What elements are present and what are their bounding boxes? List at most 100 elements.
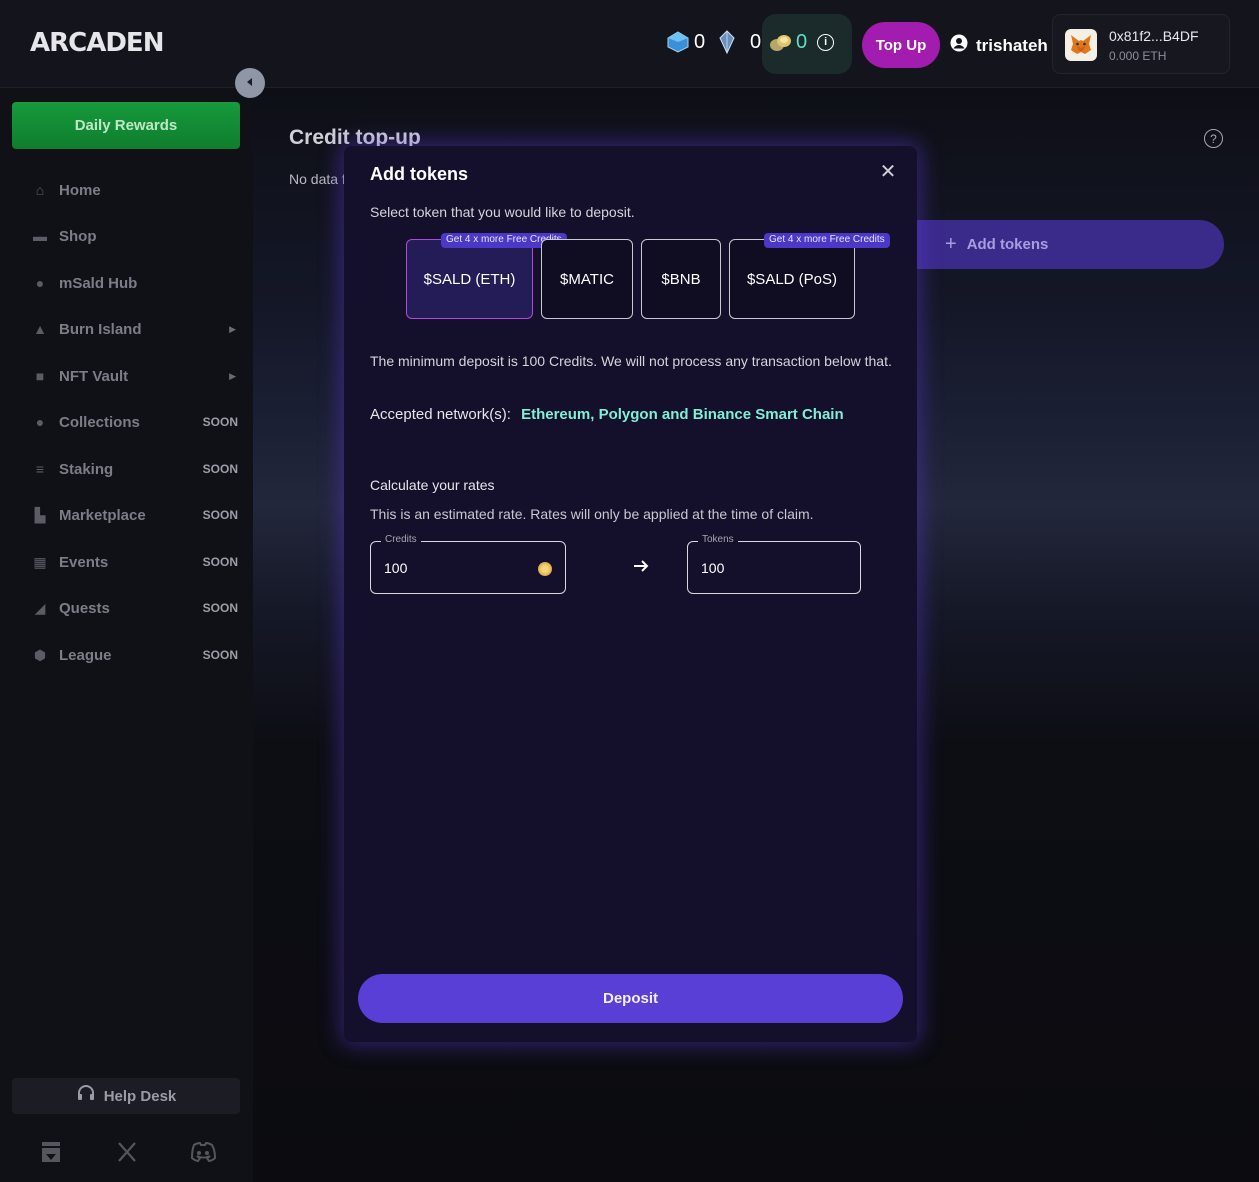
help-desk-button[interactable]: Help Desk bbox=[12, 1078, 240, 1114]
networks-value: Ethereum, Polygon and Binance Smart Chai… bbox=[521, 406, 844, 423]
soon-badge: SOON bbox=[202, 648, 238, 662]
marketplace-icon: ▙ bbox=[34, 506, 46, 523]
sidebar-item-label: mSald Hub bbox=[59, 274, 138, 292]
minimum-deposit-note: The minimum deposit is 100 Credits. We w… bbox=[370, 353, 892, 369]
sidebar-item-label: Home bbox=[59, 181, 101, 199]
help-desk-label: Help Desk bbox=[103, 1087, 177, 1105]
modal-subtitle: Select token that you would like to depo… bbox=[370, 204, 635, 220]
top-bar: ARCADEN 0 0 0 i Top Up trishateh 0x81f2.… bbox=[0, 0, 1259, 88]
user-profile[interactable]: trishateh bbox=[950, 34, 1048, 57]
crystal-count: 0 bbox=[750, 30, 762, 53]
credits-field-label: Credits bbox=[381, 534, 421, 545]
sidebar-item-nft-vault[interactable]: ■ NFT Vault ▶ bbox=[30, 362, 240, 390]
top-up-button[interactable]: Top Up bbox=[862, 22, 940, 68]
docs-icon[interactable] bbox=[37, 1138, 65, 1166]
gem-balance: 0 bbox=[666, 30, 705, 54]
close-icon[interactable]: ✕ bbox=[879, 162, 897, 182]
sidebar-item-marketplace[interactable]: ▙ Marketplace SOON bbox=[30, 501, 240, 529]
headset-icon bbox=[76, 1084, 96, 1108]
sidebar-item-label: Quests bbox=[59, 599, 110, 617]
events-icon: ▦ bbox=[33, 553, 47, 570]
token-option-sald-eth[interactable]: $SALD (ETH) bbox=[406, 239, 533, 319]
modal-title: Add tokens bbox=[370, 164, 469, 184]
info-icon[interactable]: i bbox=[817, 33, 835, 51]
tokens-input[interactable]: Tokens 100 bbox=[687, 534, 861, 594]
collapse-sidebar-button[interactable] bbox=[235, 68, 265, 98]
calculate-rates-title: Calculate your rates bbox=[370, 477, 495, 493]
x-twitter-icon[interactable] bbox=[113, 1138, 141, 1166]
coins-balance: 0 i bbox=[768, 30, 835, 54]
sidebar-item-label: Events bbox=[59, 553, 109, 571]
sidebar-item-label: NFT Vault bbox=[59, 367, 129, 385]
daily-rewards-button[interactable]: Daily Rewards bbox=[12, 102, 240, 149]
crystal-icon bbox=[716, 30, 740, 55]
add-tokens-label: Add tokens bbox=[966, 236, 1049, 253]
add-tokens-button[interactable]: + Add tokens bbox=[905, 220, 1224, 269]
sidebar-item-label: Staking bbox=[59, 460, 114, 478]
sidebar-item-label: Collections bbox=[59, 413, 140, 431]
coins-count: 0 bbox=[796, 30, 808, 53]
sidebar-item-quests[interactable]: ◢ Quests SOON bbox=[30, 594, 240, 622]
sidebar-item-home[interactable]: ⌂ Home bbox=[30, 176, 240, 204]
credits-value: 100 bbox=[384, 560, 408, 576]
sidebar-item-league[interactable]: ⬢ League SOON bbox=[30, 641, 240, 669]
home-icon: ⌂ bbox=[35, 182, 45, 198]
tokens-field-label: Tokens bbox=[698, 534, 738, 545]
sidebar-item-label: Burn Island bbox=[59, 320, 142, 338]
networks-label: Accepted network(s): bbox=[370, 406, 511, 423]
league-icon: ⬢ bbox=[33, 646, 47, 663]
sidebar-item-collections[interactable]: ● Collections SOON bbox=[30, 408, 240, 436]
coins-icon bbox=[768, 30, 792, 54]
metamask-fox-icon bbox=[1065, 29, 1097, 61]
free-credits-badge: Get 4 x more Free Credits bbox=[764, 233, 890, 248]
arcaden-logo[interactable]: ARCADEN bbox=[30, 28, 164, 58]
token-option-bnb[interactable]: $BNB bbox=[641, 239, 721, 319]
hub-icon: ● bbox=[35, 275, 45, 291]
sidebar-item-label: Shop bbox=[59, 227, 97, 245]
sidebar-item-events[interactable]: ▦ Events SOON bbox=[30, 548, 240, 576]
soon-badge: SOON bbox=[202, 601, 238, 615]
chevron-right-icon: ▶ bbox=[229, 323, 236, 334]
token-label: $BNB bbox=[661, 270, 701, 288]
staking-icon: ≡ bbox=[35, 461, 45, 477]
token-label: $MATIC bbox=[560, 270, 614, 288]
accepted-networks: Accepted network(s): Ethereum, Polygon a… bbox=[370, 406, 844, 423]
crystal-balance: 0 bbox=[716, 30, 762, 55]
token-option-matic[interactable]: $MATIC bbox=[541, 239, 633, 319]
burn-icon: ▲ bbox=[33, 321, 47, 337]
sidebar: Daily Rewards ⌂ Home ▬ Shop ● mSald Hub … bbox=[0, 88, 253, 1182]
sidebar-item-staking[interactable]: ≡ Staking SOON bbox=[30, 455, 240, 483]
soon-badge: SOON bbox=[202, 555, 238, 569]
tokens-value: 100 bbox=[701, 560, 725, 576]
shop-icon: ▬ bbox=[33, 228, 47, 244]
soon-badge: SOON bbox=[202, 415, 238, 429]
sidebar-item-label: Marketplace bbox=[59, 506, 146, 524]
deposit-button[interactable]: Deposit bbox=[358, 974, 903, 1023]
help-icon[interactable]: ? bbox=[1204, 129, 1223, 148]
sidebar-item-shop[interactable]: ▬ Shop bbox=[30, 222, 240, 250]
chevron-right-icon: ▶ bbox=[229, 370, 236, 381]
discord-icon[interactable] bbox=[189, 1138, 217, 1166]
wallet-balance: 0.000 ETH bbox=[1109, 49, 1167, 63]
credits-input[interactable]: Credits 100 bbox=[370, 534, 566, 594]
estimated-rate-note: This is an estimated rate. Rates will on… bbox=[370, 506, 814, 522]
coin-icon bbox=[538, 562, 552, 576]
quests-icon: ◢ bbox=[34, 599, 46, 616]
sidebar-item-burn-island[interactable]: ▲ Burn Island ▶ bbox=[30, 315, 240, 343]
token-option-sald-pos[interactable]: $SALD (PoS) bbox=[729, 239, 855, 319]
username: trishateh bbox=[976, 35, 1048, 55]
wallet-card[interactable]: 0x81f2...B4DF 0.000 ETH bbox=[1052, 14, 1230, 74]
user-icon bbox=[950, 34, 968, 57]
blue-gem-icon bbox=[666, 30, 690, 54]
gem-count: 0 bbox=[694, 30, 706, 53]
no-data-text: No data f bbox=[289, 171, 346, 187]
plus-icon: + bbox=[945, 233, 957, 255]
sidebar-item-msald-hub[interactable]: ● mSald Hub bbox=[30, 269, 240, 297]
vault-icon: ■ bbox=[35, 368, 45, 384]
wallet-address: 0x81f2...B4DF bbox=[1109, 28, 1199, 44]
token-label: $SALD (ETH) bbox=[423, 270, 516, 288]
sidebar-item-label: League bbox=[59, 646, 112, 664]
soon-badge: SOON bbox=[202, 462, 238, 476]
collections-icon: ● bbox=[35, 414, 45, 430]
soon-badge: SOON bbox=[202, 508, 238, 522]
